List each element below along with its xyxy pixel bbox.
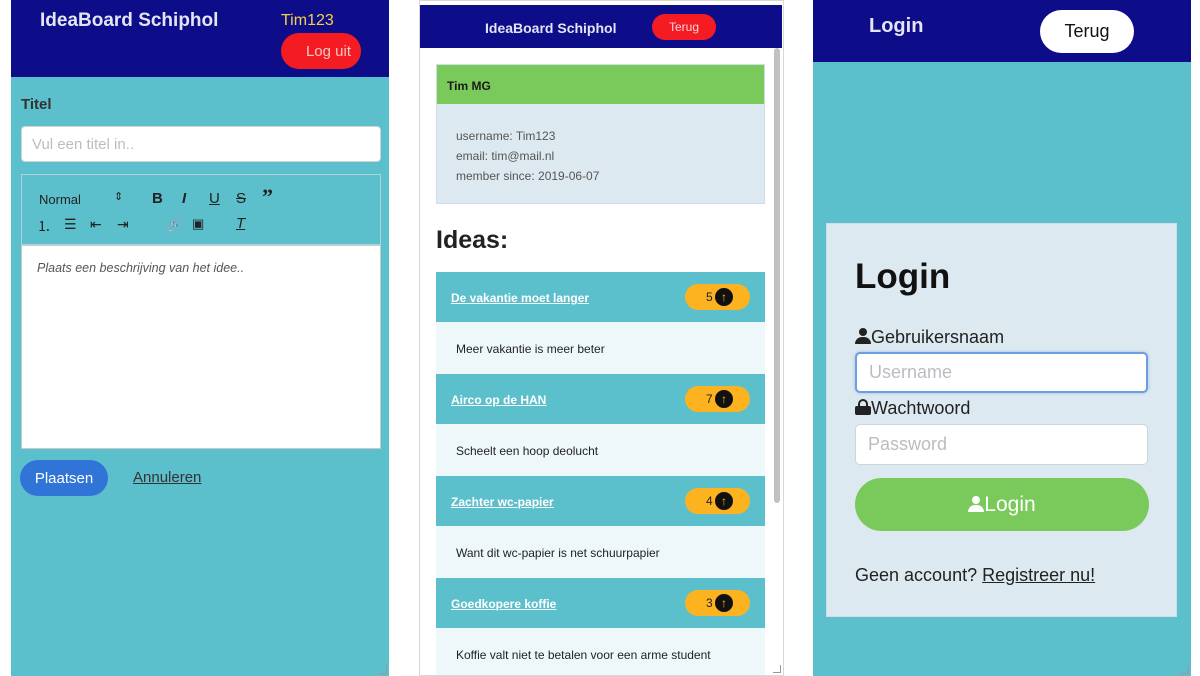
outdent-icon[interactable]: ⇤ [90,216,102,233]
login-panel: Login Terug Login Gebruikersnaam Wachtwo… [813,0,1191,676]
editor-toolbar: Normal ⇕ B I U S ” ⒈ ☰ ⇤ ⇥ 🔗 ▣ T [21,174,381,245]
idea-body: Meer vakantie is meer beter [436,322,765,374]
brand-title: IdeaBoard Schiphol [40,10,219,31]
vote-count: 4 [706,494,713,508]
idea-title-link[interactable]: Goedkopere koffie [451,597,556,611]
description-placeholder: Plaats een beschrijving van het idee.. [37,261,245,275]
navbar: IdeaBoard Schiphol Terug [420,5,782,48]
idea-title-link[interactable]: Airco op de HAN [451,393,546,407]
vote-badge[interactable]: 7 ↑ [685,386,750,412]
navbar: IdeaBoard Schiphol Tim123 Log uit [11,0,389,77]
cancel-link[interactable]: Annuleren [133,469,201,486]
profile-details: username: Tim123 email: tim@mail.nl memb… [456,126,599,186]
resize-handle[interactable] [1181,666,1189,674]
lock-icon [855,399,871,415]
login-button[interactable]: Login [855,478,1149,531]
idea-header: Zachter wc-papier 4 ↑ [436,476,765,526]
password-input[interactable] [855,424,1148,465]
bold-button[interactable]: B [152,190,163,207]
idea-description: Meer vakantie is meer beter [456,342,605,356]
profile-email: email: tim@mail.nl [456,149,555,163]
ordered-list-icon[interactable]: ⒈ [37,216,51,236]
vote-badge[interactable]: 4 ↑ [685,488,750,514]
profile-card: Tim MG username: Tim123 email: tim@mail.… [436,64,765,204]
upvote-icon[interactable]: ↑ [715,594,733,612]
clear-format-icon[interactable]: T [236,215,245,232]
idea-header: Airco op de HAN 7 ↑ [436,374,765,424]
idea-description: Scheelt een hoop deolucht [456,444,599,458]
upvote-icon[interactable]: ↑ [715,390,733,408]
username-input[interactable] [855,352,1148,393]
upvote-icon[interactable]: ↑ [715,288,733,306]
idea-body: Koffie valt niet te betalen voor een arm… [436,628,765,675]
indent-icon[interactable]: ⇥ [117,216,129,233]
underline-button[interactable]: U [209,190,220,207]
user-icon [855,328,871,344]
idea-body: Want dit wc-papier is net schuurpapier [436,526,765,578]
scrollbar[interactable] [774,48,780,503]
strike-button[interactable]: S [236,190,246,207]
idea-description: Koffie valt niet te betalen voor een arm… [456,648,711,662]
password-label: Wachtwoord [855,398,970,419]
idea-header: De vakantie moet langer 5 ↑ [436,272,765,322]
user-icon [968,495,985,512]
resize-handle[interactable] [379,666,387,674]
new-idea-panel: IdeaBoard Schiphol Tim123 Log uit Titel … [11,0,389,676]
title-input[interactable] [21,126,381,162]
idea-header: Goedkopere koffie 3 ↑ [436,578,765,628]
submit-idea-button[interactable]: Plaatsen [20,460,108,496]
navbar: Login Terug [813,0,1191,62]
login-title: Login [855,257,951,296]
back-button[interactable]: Terug [1040,10,1134,53]
idea-title-link[interactable]: Zachter wc-papier [451,495,554,509]
username-link[interactable]: Tim123 [281,12,334,30]
description-editor[interactable]: Plaats een beschrijving van het idee.. [21,245,381,449]
idea-body: Scheelt een hoop deolucht [436,424,765,476]
vote-count: 5 [706,290,713,304]
idea-description: Want dit wc-papier is net schuurpapier [456,546,660,560]
brand-title: Login [869,15,924,37]
italic-button[interactable]: I [182,190,186,207]
quote-button[interactable]: ” [262,184,273,210]
image-icon[interactable]: ▣ [192,216,204,232]
bullet-list-icon[interactable]: ☰ [64,216,77,233]
register-link[interactable]: Registreer nu! [982,565,1095,585]
ideas-heading: Ideas: [436,226,509,254]
vote-badge[interactable]: 5 ↑ [685,284,750,310]
register-prompt: Geen account? Registreer nu! [855,565,1096,585]
vote-badge[interactable]: 3 ↑ [685,590,750,616]
resize-handle[interactable] [773,665,781,673]
brand-title: IdeaBoard Schiphol [485,20,617,36]
username-label: Gebruikersnaam [855,327,1004,348]
idea-title-link[interactable]: De vakantie moet langer [451,291,589,305]
profile-member-since: member since: 2019-06-07 [456,169,600,183]
title-label: Titel [21,96,52,113]
back-button[interactable]: Terug [652,14,716,40]
login-card: Login Gebruikersnaam Wachtwoord Login Ge… [826,223,1177,617]
upvote-icon[interactable]: ↑ [715,492,733,510]
vote-count: 3 [706,596,713,610]
vote-count: 7 [706,392,713,406]
format-select-arrows-icon[interactable]: ⇕ [114,190,123,203]
logout-button[interactable]: Log uit [281,33,361,69]
profile-panel: IdeaBoard Schiphol Terug Tim MG username… [419,0,784,676]
profile-username: username: Tim123 [456,129,556,143]
link-icon[interactable]: 🔗 [165,216,182,233]
profile-name: Tim MG [437,65,764,104]
format-select[interactable]: Normal [39,192,81,207]
